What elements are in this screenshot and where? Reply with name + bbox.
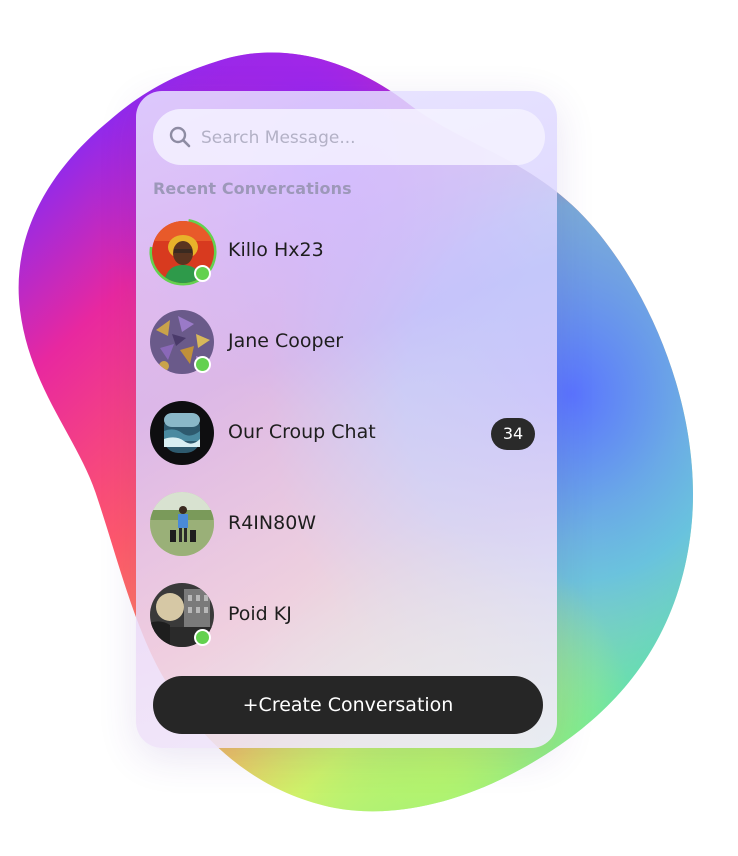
avatar xyxy=(150,492,216,558)
conversation-item-killo[interactable]: Killo Hx23 xyxy=(149,218,545,286)
conversation-item-r4in80w[interactable]: R4IN80W xyxy=(150,492,545,558)
golfer-field-icon xyxy=(150,492,214,556)
avatar xyxy=(150,310,216,376)
ocean-window-icon xyxy=(150,401,214,465)
recent-conversations-heading: Recent Convercations xyxy=(153,179,352,198)
search-input[interactable] xyxy=(199,123,533,153)
conversation-name: Jane Cooper xyxy=(228,330,344,352)
search-bar[interactable] xyxy=(153,109,545,165)
online-indicator xyxy=(194,629,211,646)
conversation-item-poid-kj[interactable]: Poid KJ xyxy=(150,583,545,649)
search-icon xyxy=(169,126,191,148)
avatar xyxy=(149,218,217,286)
conversation-name: Killo Hx23 xyxy=(228,239,324,261)
online-indicator xyxy=(194,356,211,373)
avatar xyxy=(150,583,216,649)
avatar xyxy=(150,401,216,467)
online-indicator xyxy=(194,265,211,282)
conversation-name: R4IN80W xyxy=(228,512,317,534)
messages-panel: Recent Convercations xyxy=(136,91,557,748)
stage: Recent Convercations xyxy=(0,0,738,856)
conversation-item-group-chat[interactable]: Our Croup Chat 34 xyxy=(150,401,545,467)
conversation-name: Our Croup Chat xyxy=(228,421,376,443)
unread-count-badge: 34 xyxy=(491,418,535,450)
conversation-name: Poid KJ xyxy=(228,603,292,625)
conversation-item-jane[interactable]: Jane Cooper xyxy=(150,310,545,376)
create-conversation-button[interactable]: +Create Conversation xyxy=(153,676,543,734)
